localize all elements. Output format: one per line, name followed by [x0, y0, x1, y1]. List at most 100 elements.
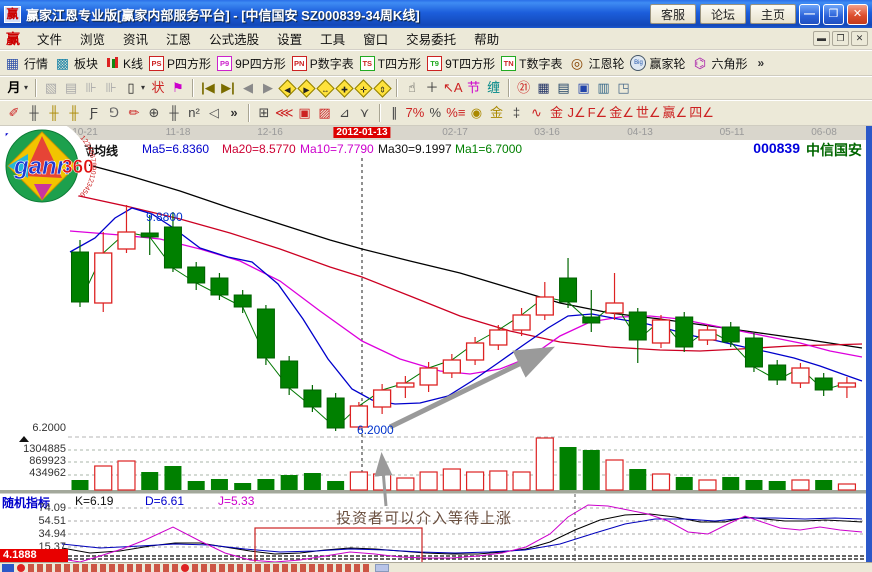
draw-tool-8[interactable]: ╫: [165, 103, 183, 123]
draw-tool-22[interactable]: %: [426, 103, 444, 123]
toolbar-overflow-chevron[interactable]: »: [758, 56, 765, 70]
nav-tool-13[interactable]: ▶|: [219, 78, 237, 98]
nav-tool-15[interactable]: ▶: [259, 78, 277, 98]
menu-item-formula-stock-pick[interactable]: 公式选股: [200, 31, 268, 49]
nav-diamond-tool-icon[interactable]: ↔: [316, 79, 334, 97]
nav-tool-31[interactable]: ▤: [555, 78, 573, 98]
status-button[interactable]: [375, 564, 389, 572]
toolbar-button-quotes[interactable]: ▦行情: [4, 55, 48, 72]
draw-tool-10[interactable]: ◁: [205, 103, 223, 123]
draw-tool-5[interactable]: ⅁: [105, 103, 123, 123]
draw-tool-24[interactable]: ◉: [467, 103, 485, 123]
draw-tool-21[interactable]: 7%: [406, 103, 425, 123]
nav-tool-23[interactable]: ☝: [403, 78, 421, 98]
mdi-minimize-button[interactable]: ▬: [813, 31, 830, 46]
nav-tool-27[interactable]: 缠: [485, 78, 503, 98]
nav-tool-10[interactable]: ⚑: [169, 78, 187, 98]
draw-tool-0[interactable]: ✐: [5, 103, 23, 123]
draw-tool-4[interactable]: Ƒ: [85, 103, 103, 123]
toolbar-button-hexagon[interactable]: ⌬六角形: [692, 55, 748, 72]
menu-item-settings[interactable]: 设置: [268, 31, 311, 49]
toolbar-button-p-square[interactable]: PSP四方形: [149, 55, 211, 72]
nav-tool-5[interactable]: ⊪: [82, 78, 100, 98]
draw-tool-23[interactable]: %≡: [446, 103, 465, 123]
draw-tool-30[interactable]: F∠: [588, 103, 608, 123]
nav-tool-24[interactable]: ＋: [423, 78, 441, 98]
nav-diamond-tool-icon[interactable]: ✚: [335, 79, 353, 97]
forum-button[interactable]: 论坛: [700, 4, 746, 24]
draw-tool-28[interactable]: 金: [547, 103, 565, 123]
toolbar-button-sectors[interactable]: ▩板块: [54, 55, 98, 72]
nav-tool-6[interactable]: ⊪: [102, 78, 120, 98]
draw-tool-29[interactable]: J∠: [567, 103, 585, 123]
toolbar-button-gann-wheel[interactable]: ◎江恩轮: [568, 55, 624, 72]
nav-diamond-tool-icon[interactable]: ▶: [297, 79, 315, 97]
nav-diamond-tool-icon[interactable]: ◀: [278, 79, 296, 97]
draw-tool-32[interactable]: 世∠: [636, 103, 661, 123]
nav-tool-8[interactable]: ▾: [139, 78, 147, 98]
draw-tool-18[interactable]: ⋎: [356, 103, 374, 123]
draw-tool-1[interactable]: ╫: [25, 103, 43, 123]
draw-tool-25[interactable]: 金: [487, 103, 505, 123]
menu-item-info[interactable]: 资讯: [114, 31, 157, 49]
draw-tool-17[interactable]: ⊿: [336, 103, 354, 123]
toolbar-button-t-number-table[interactable]: TNT数字表: [501, 55, 562, 72]
menu-item-browse[interactable]: 浏览: [71, 31, 114, 49]
menu-item-tools[interactable]: 工具: [311, 31, 354, 49]
nav-tool-12[interactable]: |◀: [199, 78, 217, 98]
maximize-button[interactable]: ❐: [823, 4, 844, 25]
nav-tool-29[interactable]: ㉑: [515, 78, 533, 98]
chart-area[interactable]: 10-2111-1812-162012-01-1302-1703-1604-13…: [0, 126, 866, 562]
toolbar-button-kline[interactable]: K线: [104, 55, 143, 72]
nav-diamond-tool-icon[interactable]: ⇕: [373, 79, 391, 97]
status-icon-blue[interactable]: [2, 564, 14, 572]
draw-tool-13[interactable]: ⊞: [255, 103, 273, 123]
draw-tool-9[interactable]: n²: [185, 103, 203, 123]
draw-tool-7[interactable]: ⊕: [145, 103, 163, 123]
nav-tool-26[interactable]: 节: [465, 78, 483, 98]
draw-tool-14[interactable]: ⋘: [275, 103, 294, 123]
draw-tool-16[interactable]: ▨: [316, 103, 334, 123]
mdi-close-button[interactable]: ✕: [851, 31, 868, 46]
toolbar-button-9p-square[interactable]: P99P四方形: [217, 55, 286, 72]
nav-diamond-tool-icon[interactable]: ✛: [354, 79, 372, 97]
draw-tool-3[interactable]: ╫: [65, 103, 83, 123]
menu-item-trade-entrust[interactable]: 交易委托: [397, 31, 465, 49]
nav-tool-30[interactable]: ▦: [535, 78, 553, 98]
nav-tool-9[interactable]: 状: [149, 78, 167, 98]
customer-service-button[interactable]: 客服: [650, 4, 696, 24]
nav-tool-33[interactable]: ▥: [595, 78, 613, 98]
toolbar-button-t-square[interactable]: TST四方形: [360, 55, 421, 72]
nav-tool-4[interactable]: ▤: [62, 78, 80, 98]
draw-tool-27[interactable]: ∿: [527, 103, 545, 123]
close-button[interactable]: ✕: [847, 4, 868, 25]
menu-item-gann[interactable]: 江恩: [157, 31, 200, 49]
draw-tool-15[interactable]: ▣: [296, 103, 314, 123]
toolbar-button-winner-wheel[interactable]: Big赢家轮: [630, 55, 685, 72]
draw-tool-20[interactable]: ∥: [386, 103, 404, 123]
title-bar[interactable]: 赢 赢家江恩专业版[赢家内部服务平台] - [中信国安 SZ000839-34周…: [0, 0, 872, 28]
draw-tool-11[interactable]: »: [225, 103, 243, 123]
nav-tool-14[interactable]: ◀: [239, 78, 257, 98]
draw-tool-6[interactable]: ✏: [125, 103, 143, 123]
toolbar-button-p-number-table[interactable]: PNP数字表: [292, 55, 354, 72]
nav-tool-0[interactable]: 月: [5, 78, 23, 98]
toolbar-button-9t-square[interactable]: T99T四方形: [427, 55, 495, 72]
menu-item-window[interactable]: 窗口: [354, 31, 397, 49]
nav-tool-3[interactable]: ▧: [42, 78, 60, 98]
nav-tool-1[interactable]: ▾: [22, 78, 30, 98]
minimize-button[interactable]: —: [799, 4, 820, 25]
mdi-restore-button[interactable]: ❐: [832, 31, 849, 46]
menu-item-help[interactable]: 帮助: [465, 31, 508, 49]
homepage-button[interactable]: 主页: [750, 4, 796, 24]
nav-tool-32[interactable]: ▣: [575, 78, 593, 98]
draw-tool-31[interactable]: 金∠: [609, 103, 634, 123]
nav-tool-7[interactable]: ▯: [122, 78, 140, 98]
chart-canvas[interactable]: [0, 126, 866, 562]
nav-tool-34[interactable]: ◳: [615, 78, 633, 98]
draw-tool-26[interactable]: ‡: [507, 103, 525, 123]
menu-item-file[interactable]: 文件: [28, 31, 71, 49]
draw-tool-2[interactable]: ╫: [45, 103, 63, 123]
nav-tool-25[interactable]: ↖A: [443, 78, 463, 98]
draw-tool-34[interactable]: 四∠: [689, 103, 714, 123]
